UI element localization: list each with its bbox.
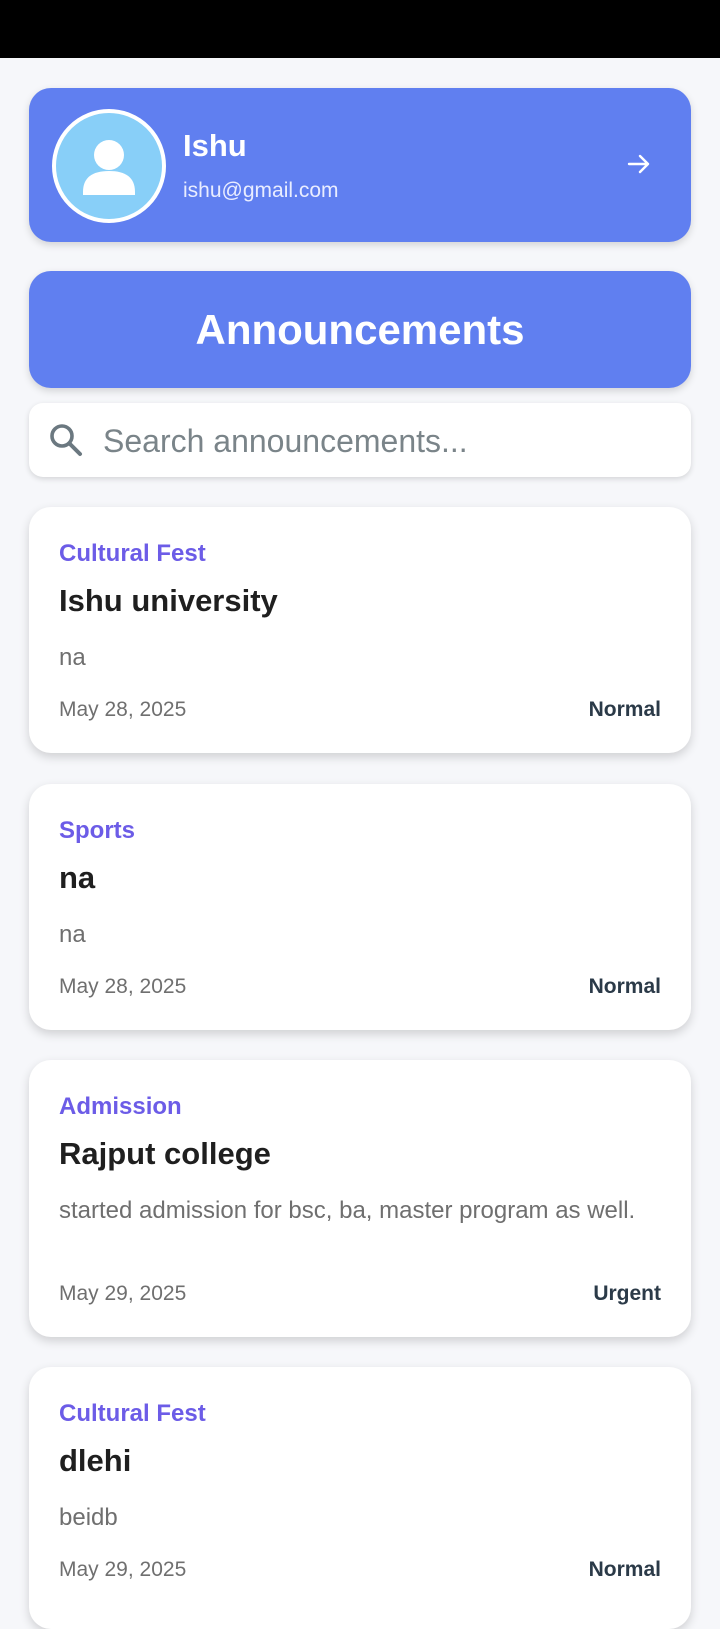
announcement-description: na <box>59 644 86 671</box>
announcements-banner: Announcements <box>29 271 691 388</box>
announcement-title: Ishu university <box>59 583 278 618</box>
announcement-title: na <box>59 860 96 895</box>
priority-badge: Normal <box>588 975 661 998</box>
announcement-category: Admission <box>59 1093 182 1120</box>
priority-badge: Normal <box>588 1558 661 1581</box>
avatar <box>52 109 166 223</box>
profile-email: ishu@gmail.com <box>183 179 339 202</box>
priority-badge: Normal <box>588 698 661 721</box>
announcement-card[interactable]: Cultural Fest dlehi beidb May 29, 2025 N… <box>29 1367 691 1629</box>
announcement-description: beidb <box>59 1504 118 1531</box>
announcement-card[interactable]: Admission Rajput college started admissi… <box>29 1060 691 1337</box>
announcement-card[interactable]: Sports na na May 28, 2025 Normal <box>29 784 691 1030</box>
priority-badge: Urgent <box>593 1282 661 1305</box>
status-bar <box>0 0 720 58</box>
search-bar[interactable] <box>29 403 691 477</box>
announcement-description: na <box>59 921 86 948</box>
announcement-category: Sports <box>59 817 136 844</box>
person-icon <box>83 140 135 195</box>
announcement-category: Cultural Fest <box>59 540 206 567</box>
announcement-date: May 28, 2025 <box>59 975 187 998</box>
announcement-title: dlehi <box>59 1443 132 1478</box>
arrow-right-icon[interactable] <box>625 150 653 178</box>
announcement-title: Rajput college <box>59 1136 271 1171</box>
search-input[interactable] <box>101 413 675 469</box>
announcement-date: May 28, 2025 <box>59 698 187 721</box>
search-icon <box>50 424 82 456</box>
announcement-card[interactable]: Cultural Fest Ishu university na May 28,… <box>29 507 691 753</box>
announcement-description: started admission for bsc, ba, master pr… <box>59 1197 636 1224</box>
profile-card[interactable]: Ishu ishu@gmail.com <box>29 88 691 242</box>
announcement-date: May 29, 2025 <box>59 1282 187 1305</box>
announcement-date: May 29, 2025 <box>59 1558 187 1581</box>
profile-name: Ishu <box>183 128 247 163</box>
page-title: Announcements <box>195 305 525 353</box>
announcement-category: Cultural Fest <box>59 1400 206 1427</box>
